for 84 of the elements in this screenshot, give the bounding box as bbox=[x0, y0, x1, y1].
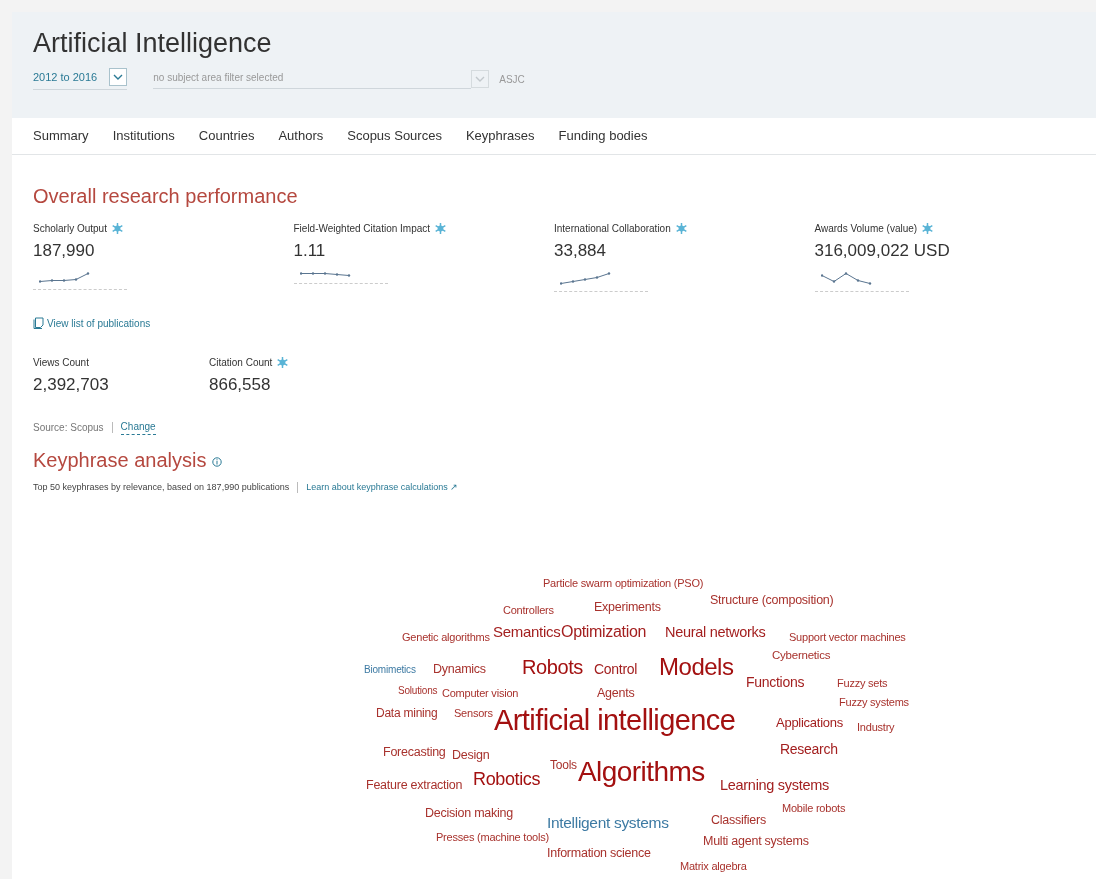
keyphrase[interactable]: Neural networks bbox=[665, 625, 766, 640]
classification-label: ASJC bbox=[499, 72, 525, 87]
change-link[interactable]: Change bbox=[120, 419, 156, 435]
keyphrase[interactable]: Industry bbox=[857, 722, 895, 733]
sparkline bbox=[39, 271, 90, 283]
keyphrase-info-link[interactable]: Learn about keyphrase calculations ↗ bbox=[306, 481, 459, 495]
keyphrase[interactable]: Forecasting bbox=[383, 746, 446, 759]
keyphrase[interactable]: Tools bbox=[550, 759, 577, 771]
keyphrase[interactable]: Optimization bbox=[561, 624, 647, 640]
sparkline bbox=[820, 271, 872, 285]
nav-tab[interactable]: Funding bodies bbox=[558, 126, 648, 146]
keyphrase[interactable]: Robots bbox=[522, 657, 583, 677]
document-icon bbox=[33, 317, 44, 329]
metric-value: 187,990 bbox=[33, 240, 96, 262]
keyphrase[interactable]: Information science bbox=[547, 847, 651, 860]
keyphrase[interactable]: Sensors bbox=[454, 708, 493, 719]
keyphrase[interactable]: Learning systems bbox=[720, 778, 829, 793]
nav-tab[interactable]: Institutions bbox=[112, 126, 175, 146]
keyphrase[interactable]: Solutions bbox=[398, 686, 438, 696]
nav-tab[interactable]: Countries bbox=[198, 126, 255, 146]
section-heading: Keyphrase analysis bbox=[33, 448, 207, 473]
keyphrase[interactable]: Control bbox=[594, 662, 638, 676]
keyphrase[interactable]: Presses (machine tools) bbox=[436, 832, 549, 843]
count-label: Citation Count bbox=[209, 355, 273, 370]
keyphrase[interactable]: Mobile robots bbox=[782, 803, 846, 814]
count-label: Views Count bbox=[33, 355, 89, 370]
snowflake-icon bbox=[110, 222, 124, 235]
source-label: Source: Scopus bbox=[33, 420, 104, 435]
sparkline bbox=[299, 271, 351, 277]
keyphrase[interactable]: Intelligent systems bbox=[547, 815, 669, 831]
metric-value: 316,009,022 USD bbox=[814, 240, 951, 262]
nav-tab[interactable]: Summary bbox=[33, 126, 89, 146]
metric-label: Scholarly Output bbox=[33, 222, 107, 236]
keyphrase[interactable]: Controllers bbox=[503, 605, 554, 616]
keyphrase[interactable]: Cybernetics bbox=[772, 650, 831, 662]
keyphrase[interactable]: Data mining bbox=[376, 707, 438, 719]
keyphrase[interactable]: Support vector machines bbox=[789, 632, 906, 643]
keyphrase[interactable]: Computer vision bbox=[442, 688, 519, 699]
metric-label: Awards Volume (value) bbox=[814, 222, 918, 236]
count-value: 866,558 bbox=[209, 373, 272, 396]
keyphrase[interactable]: Structure (composition) bbox=[710, 594, 834, 607]
keyphrase[interactable]: Robotics bbox=[473, 770, 541, 788]
nav-tab[interactable]: Keyphrases bbox=[465, 126, 535, 146]
keyphrase[interactable]: Algorithms bbox=[578, 758, 705, 786]
keyphrase[interactable]: Applications bbox=[776, 716, 843, 729]
sparkline bbox=[560, 271, 611, 285]
nav-tab[interactable]: Scopus Sources bbox=[347, 126, 442, 146]
metric-value: 1.11 bbox=[293, 240, 327, 262]
keyphrase[interactable]: Classifiers bbox=[711, 814, 766, 827]
keyphrase[interactable]: Models bbox=[659, 655, 734, 679]
keyphrase[interactable]: Fuzzy sets bbox=[837, 678, 888, 689]
keyphrase[interactable]: Agents bbox=[597, 687, 635, 700]
keyphrase[interactable]: Decision making bbox=[425, 807, 513, 820]
chevron-down-icon bbox=[471, 70, 490, 88]
page-title: Artificial Intelligence bbox=[33, 27, 273, 60]
year-range-dropdown[interactable]: 2012 to 2016 bbox=[33, 68, 128, 90]
snowflake-icon bbox=[921, 222, 935, 235]
chevron-down-icon bbox=[109, 68, 128, 86]
info-icon[interactable] bbox=[212, 457, 223, 467]
keyphrase[interactable]: Design bbox=[452, 749, 490, 762]
keyphrase[interactable]: Artificial intelligence bbox=[494, 706, 736, 735]
keyphrase[interactable]: Fuzzy systems bbox=[839, 697, 909, 708]
keyphrase[interactable]: Matrix algebra bbox=[680, 861, 747, 872]
keyphrase[interactable]: Multi agent systems bbox=[703, 835, 809, 848]
keyphrase[interactable]: Genetic algorithms bbox=[402, 632, 490, 643]
keyphrase[interactable]: Experiments bbox=[594, 601, 661, 614]
section-heading: Overall research performance bbox=[33, 184, 299, 209]
keyphrase[interactable]: Functions bbox=[746, 675, 805, 689]
keyphrase[interactable]: Biomimetics bbox=[364, 665, 416, 675]
keyphrase[interactable]: Research bbox=[780, 742, 838, 756]
keyphrase[interactable]: Feature extraction bbox=[366, 779, 463, 792]
metric-value: 33,884 bbox=[554, 240, 607, 262]
keyphrase[interactable]: Dynamics bbox=[433, 663, 486, 676]
count-value: 2,392,703 bbox=[33, 373, 110, 396]
snowflake-icon bbox=[674, 222, 688, 235]
keyphrase[interactable]: Semantics bbox=[493, 624, 561, 639]
keyphrase[interactable]: Particle swarm optimization (PSO) bbox=[543, 578, 704, 589]
publications-link[interactable]: View list of publications bbox=[33, 315, 151, 331]
keyphrase-summary: Top 50 keyphrases by relevance, based on 187,990 publications bbox=[33, 481, 290, 494]
subject-filter-field[interactable]: no subject area filter selected bbox=[153, 69, 472, 89]
nav-tab[interactable]: Authors bbox=[278, 126, 324, 146]
snowflake-icon bbox=[434, 222, 448, 235]
metric-label: Field-Weighted Citation Impact bbox=[293, 222, 431, 236]
metric-label: International Collaboration bbox=[554, 222, 671, 236]
